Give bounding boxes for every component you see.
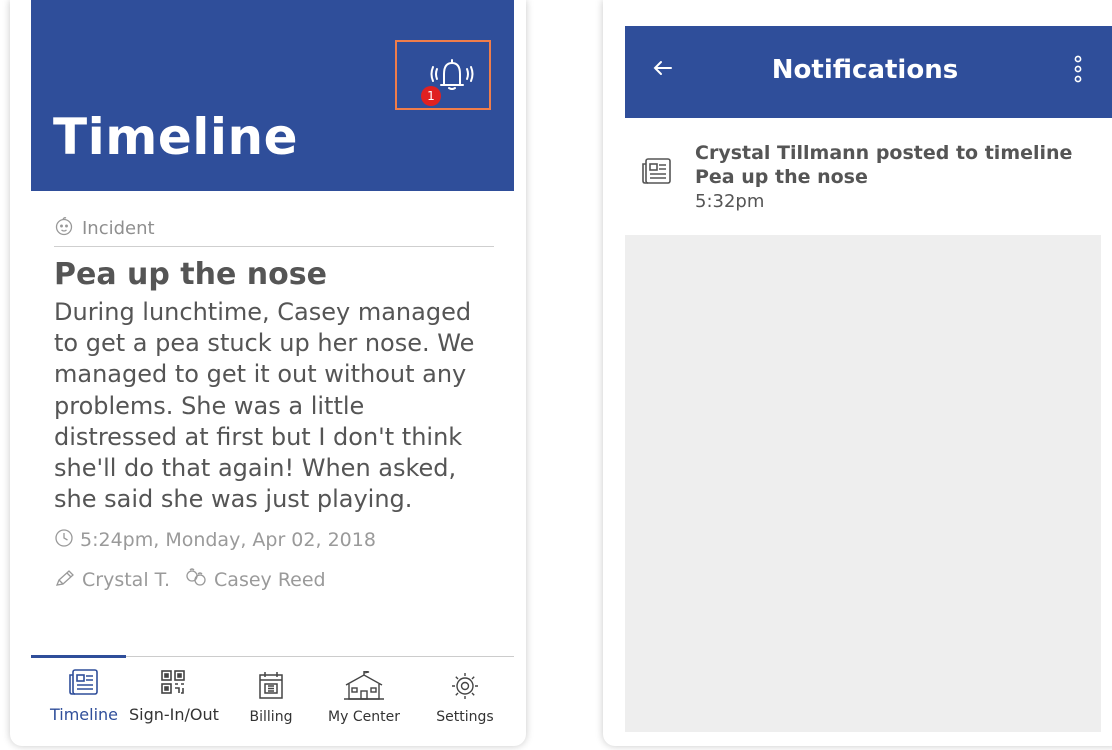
notification-text: Crystal Tillmann posted to timeline Pea …: [695, 142, 1072, 213]
nav-label-my-center: My Center: [328, 709, 400, 725]
nav-label-timeline: Timeline: [49, 705, 119, 724]
pencil-icon: [54, 568, 82, 593]
post-people-row: Crystal T. Casey Reed: [54, 565, 494, 595]
nav-label-settings: Settings: [436, 709, 494, 725]
timeline-screen: Timeline 1 Incident Pea up the nose Duri…: [10, 0, 526, 746]
timeline-header: Timeline 1: [31, 0, 514, 191]
notifications-header: Notifications: [625, 26, 1112, 118]
empty-list-area: [625, 235, 1101, 732]
timeline-post[interactable]: Incident Pea up the nose During lunchtim…: [54, 210, 494, 595]
post-category: Incident: [54, 210, 494, 247]
nav-tab-signin[interactable]: Sign-In/Out: [129, 667, 219, 724]
newspaper-icon: [68, 669, 100, 701]
newspaper-icon: [641, 156, 673, 190]
baby-icon: [54, 216, 82, 241]
notification-badge: 1: [421, 86, 441, 106]
clock-icon: [54, 528, 80, 553]
post-timestamp-row: 5:24pm, Monday, Apr 02, 2018: [54, 525, 494, 555]
nav-tab-billing[interactable]: Billing: [231, 671, 311, 725]
post-child: Casey Reed: [214, 569, 326, 592]
qr-code-icon: [158, 670, 188, 701]
notification-button[interactable]: 1: [395, 40, 491, 110]
page-title: Notifications: [771, 55, 959, 85]
nav-tab-settings[interactable]: Settings: [423, 671, 507, 725]
nav-label-billing: Billing: [249, 709, 293, 725]
active-tab-indicator: [31, 655, 126, 658]
post-timestamp: 5:24pm, Monday, Apr 02, 2018: [80, 529, 376, 552]
bottom-nav: Timeline Sign-In/Out Billing My Center S…: [31, 655, 514, 746]
nav-tab-my-center[interactable]: My Center: [322, 670, 406, 725]
gear-icon: [449, 673, 481, 705]
category-label: Incident: [82, 217, 155, 239]
school-icon: [343, 670, 385, 705]
notification-item[interactable]: Crystal Tillmann posted to timeline Pea …: [625, 120, 1112, 234]
post-body: During lunchtime, Casey managed to get a…: [54, 298, 475, 514]
kebab-menu-icon[interactable]: [1073, 54, 1083, 88]
children-icon: [184, 568, 214, 593]
notifications-screen: Notifications Crystal Tillmann posted to…: [603, 0, 1112, 746]
calendar-billing-icon: [254, 672, 288, 705]
notification-time: 5:32pm: [695, 190, 765, 212]
post-author: Crystal T.: [82, 569, 171, 592]
nav-label-signin: Sign-In/Out: [129, 705, 219, 724]
nav-tab-timeline[interactable]: Timeline: [40, 667, 128, 724]
notification-title: Crystal Tillmann posted to timeline: [695, 142, 1073, 164]
notification-post-title: Pea up the nose: [695, 165, 868, 188]
post-title: Pea up the nose: [54, 257, 327, 292]
page-title: Timeline: [53, 108, 299, 166]
